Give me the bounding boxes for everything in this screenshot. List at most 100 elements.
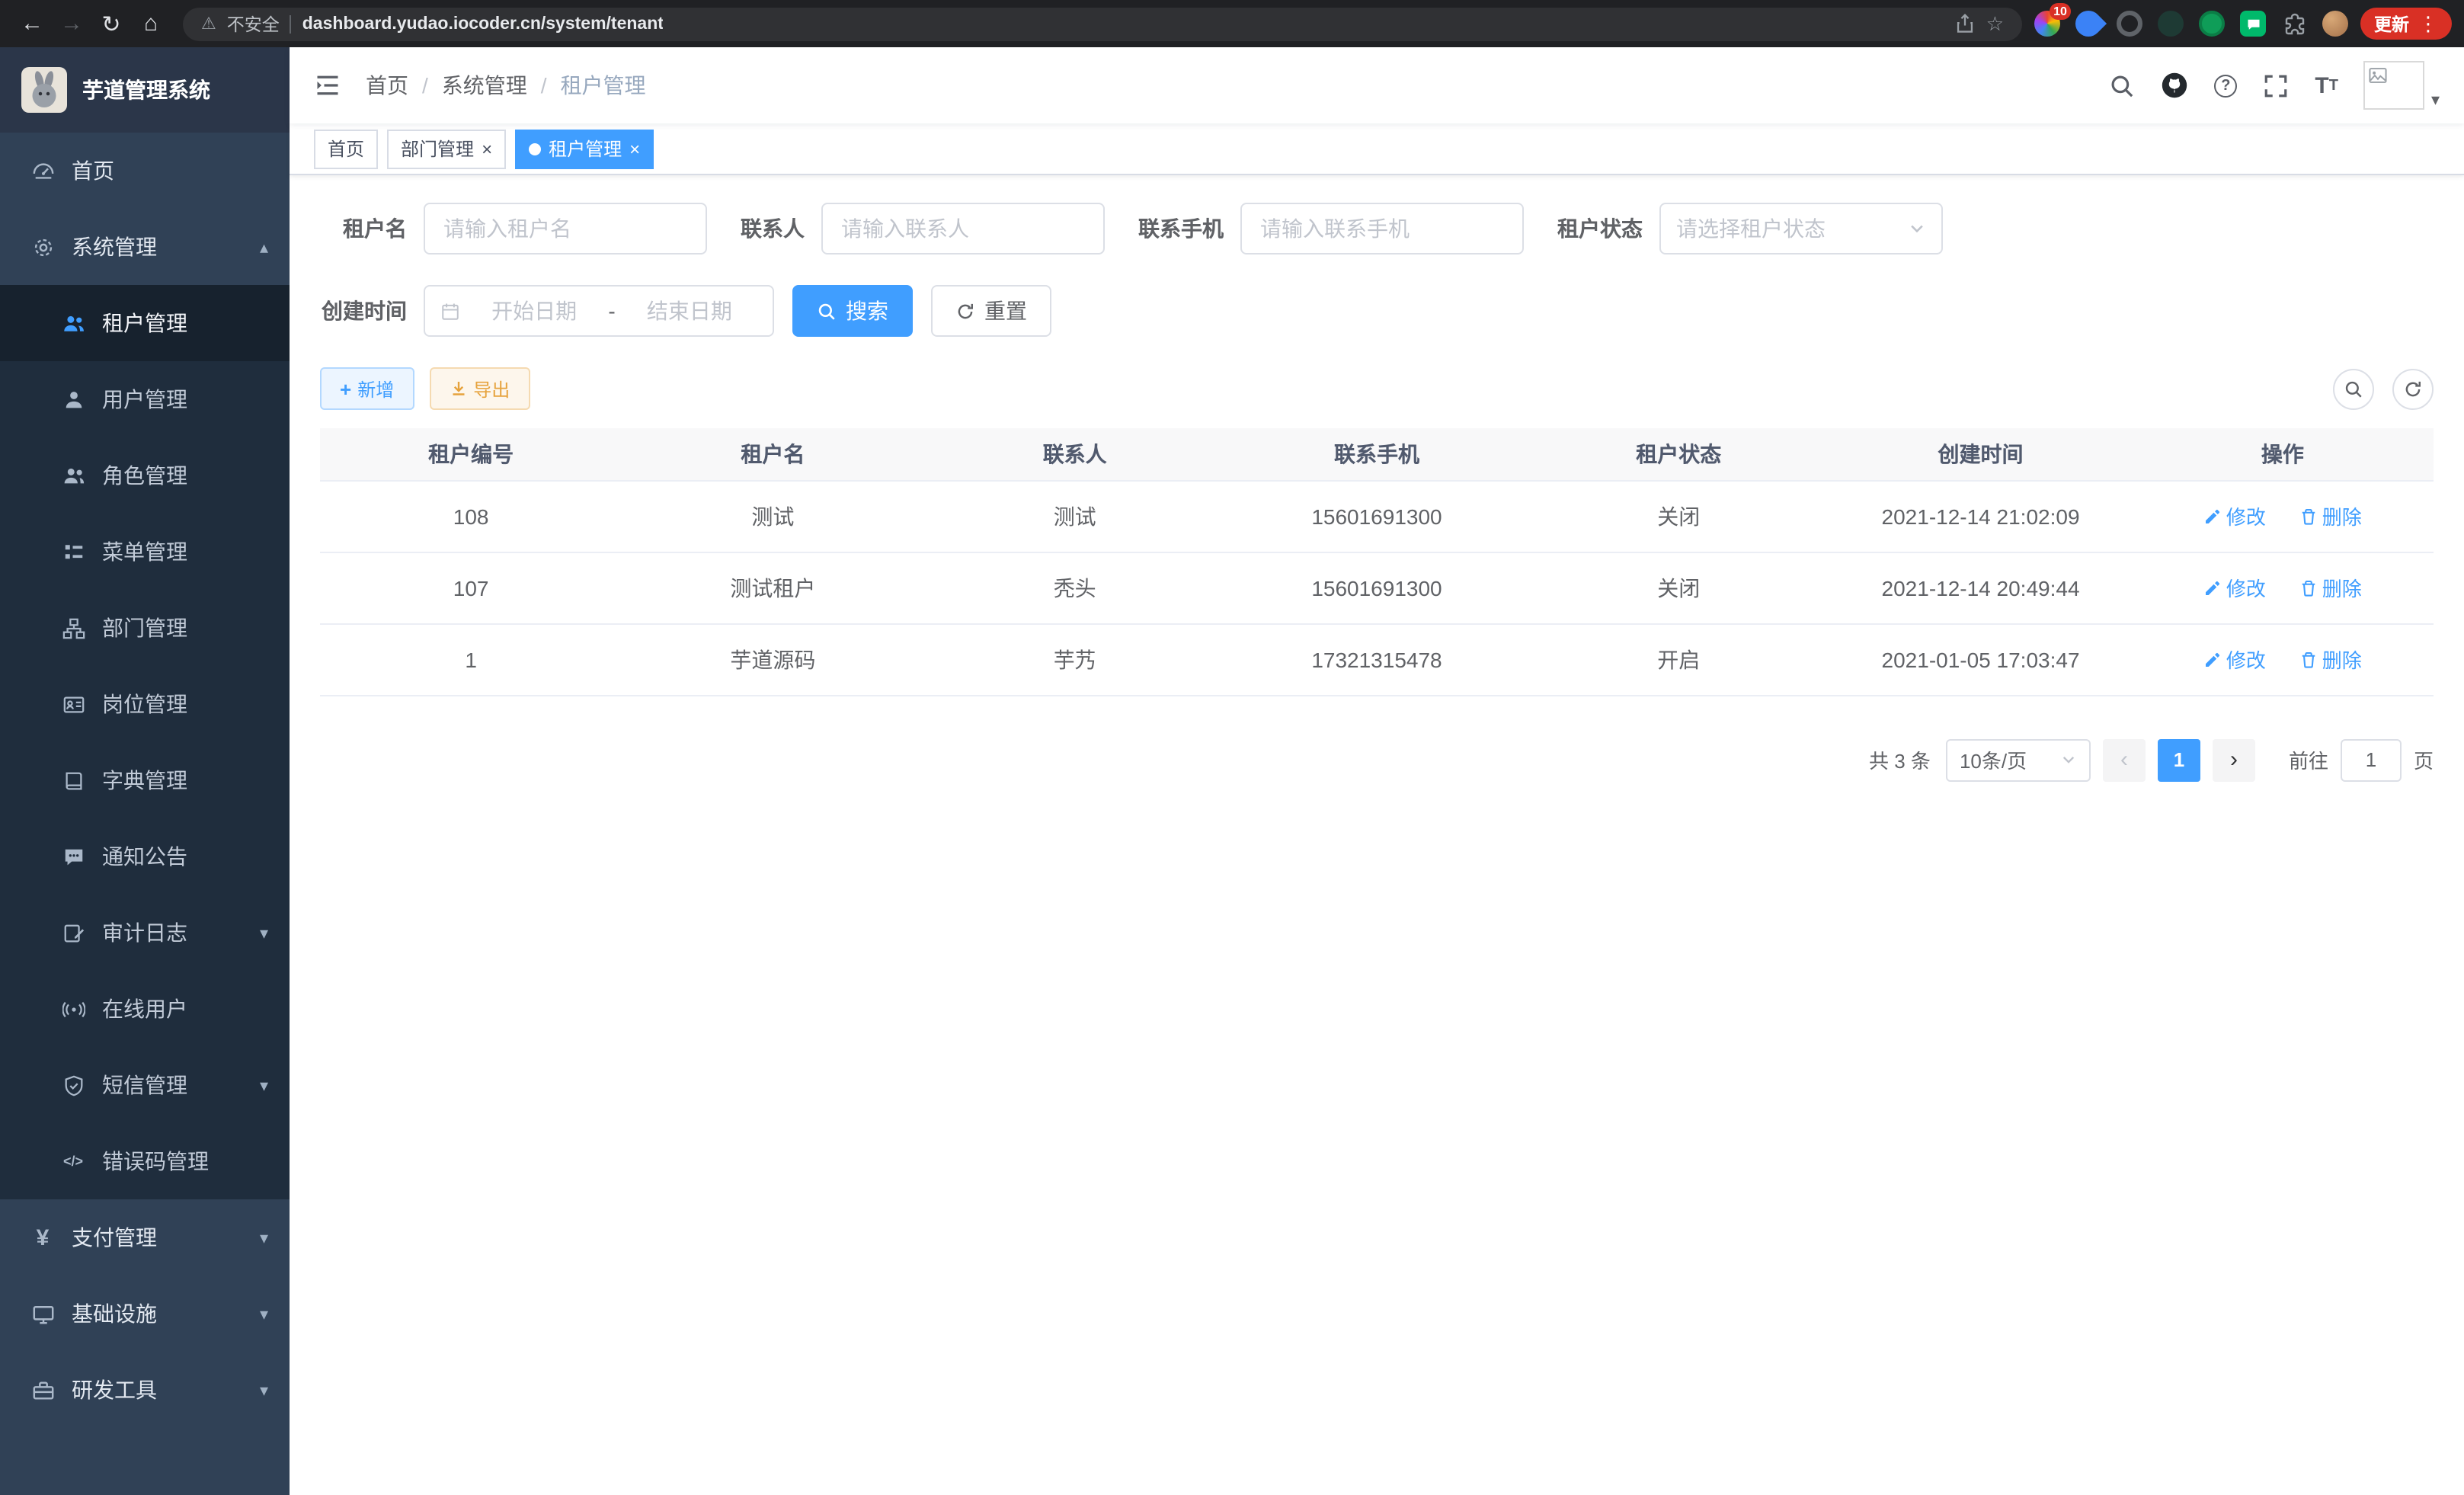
delete-button[interactable]: 删除 (2299, 573, 2362, 602)
sidebar-item-online-users[interactable]: 在线用户 (0, 971, 290, 1047)
refresh-table-button[interactable] (2392, 368, 2434, 409)
search-button[interactable]: 搜索 (792, 285, 913, 337)
breadcrumb-item-system[interactable]: 系统管理 (442, 70, 527, 101)
sidebar-item-menu-mgmt[interactable]: 菜单管理 (0, 514, 290, 590)
sidebar-item-infrastructure[interactable]: 基础设施 ▾ (0, 1276, 290, 1352)
palette-extension-icon[interactable]: 10 (2034, 11, 2060, 37)
screen: ← → ↻ ⌂ ⚠ 不安全 dashboard.yudao.iocoder.cn… (0, 0, 2464, 1495)
toggle-search-button[interactable] (2333, 368, 2374, 409)
not-secure-warning-icon: ⚠ (201, 14, 216, 34)
next-page-button[interactable]: › (2213, 738, 2255, 781)
close-icon[interactable]: × (629, 139, 640, 158)
message-bubble-icon (61, 844, 85, 869)
create-time-range-picker[interactable]: 开始日期 - 结束日期 (424, 285, 774, 337)
tenant-name-input[interactable] (424, 203, 707, 255)
trash-icon (2299, 507, 2318, 525)
edit-document-icon (61, 920, 85, 945)
tenant-status-select[interactable]: 请选择租户状态 (1659, 203, 1943, 255)
app-logo-bar[interactable]: 芋道管理系统 (0, 47, 290, 133)
navbar: 首页 / 系统管理 / 租户管理 ? (290, 47, 2464, 123)
phone-label: 联系手机 (1138, 213, 1224, 244)
sidebar-item-dev-tools[interactable]: 研发工具 ▾ (0, 1352, 290, 1428)
browser-forward-icon[interactable]: → (52, 4, 91, 43)
edit-button[interactable]: 修改 (2203, 645, 2266, 674)
delete-button[interactable]: 删除 (2299, 645, 2362, 674)
address-bar[interactable]: ⚠ 不安全 dashboard.yudao.iocoder.cn/system/… (183, 7, 2022, 40)
prev-page-button[interactable]: ‹ (2103, 738, 2146, 781)
sidebar-toggle-hamburger-icon[interactable] (314, 72, 341, 99)
delete-button[interactable]: 删除 (2299, 501, 2362, 530)
reset-button[interactable]: 重置 (931, 285, 1051, 337)
sidebar-item-audit-log[interactable]: 审计日志 ▾ (0, 895, 290, 971)
url-text: dashboard.yudao.iocoder.cn/system/tenant (302, 14, 664, 33)
tab-home[interactable]: 首页 (314, 129, 378, 168)
chat-extension-icon[interactable] (2240, 11, 2266, 37)
bookmark-star-icon[interactable]: ☆ (1986, 11, 2004, 36)
chevron-down-icon: ▾ (260, 1075, 268, 1095)
tab-label: 首页 (328, 136, 364, 162)
close-icon[interactable]: × (482, 139, 492, 158)
header-search-icon[interactable] (2109, 72, 2135, 98)
pencil-icon (2203, 650, 2222, 668)
sidebar-item-dept-mgmt[interactable]: 部门管理 (0, 590, 290, 666)
sidebar-item-label: 首页 (72, 155, 114, 186)
sidebar-item-sms-mgmt[interactable]: 短信管理 ▾ (0, 1047, 290, 1123)
pagination-total: 共 3 条 (1869, 745, 1931, 774)
chevron-up-icon: ▴ (260, 237, 268, 257)
sidebar-item-post-mgmt[interactable]: 岗位管理 (0, 666, 290, 742)
sidebar-item-user-mgmt[interactable]: 用户管理 (0, 361, 290, 437)
app-frame: 芋道管理系统 首页 系统管理 ▴ 租户管理 (0, 47, 2464, 1495)
extensions-row: 10 (2034, 11, 2348, 37)
extensions-puzzle-icon[interactable] (2281, 11, 2307, 37)
sidebar-item-notice[interactable]: 通知公告 (0, 818, 290, 895)
fullscreen-icon[interactable] (2263, 72, 2289, 98)
share-icon[interactable] (1956, 14, 1976, 34)
browser-back-icon[interactable]: ← (12, 4, 52, 43)
user-avatar-menu[interactable]: ▾ (2364, 61, 2440, 110)
calendar-icon (440, 301, 460, 321)
add-button[interactable]: + 新增 (320, 367, 414, 410)
update-button[interactable]: 更新 ⋮ (2360, 8, 2452, 40)
dark-extension-icon[interactable] (2158, 11, 2184, 37)
goto-page-input[interactable] (2341, 738, 2402, 781)
sidebar-item-role-mgmt[interactable]: 角色管理 (0, 437, 290, 514)
contact-input[interactable] (821, 203, 1105, 255)
font-size-icon[interactable]: TT (2315, 72, 2338, 98)
edit-button[interactable]: 修改 (2203, 501, 2266, 530)
tab-tenant-mgmt[interactable]: 租户管理 × (515, 129, 654, 168)
export-button[interactable]: 导出 (429, 367, 530, 410)
tab-dept-mgmt[interactable]: 部门管理 × (387, 129, 506, 168)
main-panel: 首页 / 系统管理 / 租户管理 ? (290, 47, 2464, 1495)
sidebar-item-payment[interactable]: ¥ 支付管理 ▾ (0, 1199, 290, 1276)
ring-extension-icon[interactable] (2117, 11, 2142, 37)
filter-form-row-1: 租户名 联系人 联系手机 租户状态 请选择租户状态 (320, 203, 2434, 255)
sidebar-item-system[interactable]: 系统管理 ▴ (0, 209, 290, 285)
sidebar-item-label: 短信管理 (102, 1070, 187, 1100)
browser-toolbar: ← → ↻ ⌂ ⚠ 不安全 dashboard.yudao.iocoder.cn… (0, 0, 2464, 47)
table-row: 108 测试 测试 15601691300 关闭 2021-12-14 21:0… (320, 480, 2434, 552)
page-1-button[interactable]: 1 (2158, 738, 2200, 781)
sidebar-item-tenant-mgmt[interactable]: 租户管理 (0, 285, 290, 361)
edit-button[interactable]: 修改 (2203, 573, 2266, 602)
breadcrumb-separator: / (541, 73, 547, 98)
github-icon[interactable] (2161, 72, 2188, 99)
code-icon: </> (61, 1149, 85, 1173)
browser-profile-avatar[interactable] (2322, 11, 2348, 37)
security-label: 不安全 (227, 11, 280, 36)
phone-input[interactable] (1240, 203, 1524, 255)
help-icon[interactable]: ? (2214, 74, 2237, 97)
breadcrumb-item-home[interactable]: 首页 (366, 70, 408, 101)
sidebar-item-dict-mgmt[interactable]: 字典管理 (0, 742, 290, 818)
pencil-icon (2203, 578, 2222, 597)
browser-home-icon[interactable]: ⌂ (131, 4, 171, 43)
sidebar-item-home[interactable]: 首页 (0, 133, 290, 209)
browser-menu-kebab-icon[interactable]: ⋮ (2418, 11, 2438, 36)
browser-reload-icon[interactable]: ↻ (91, 4, 131, 43)
navbar-right: ? TT ▾ (2109, 61, 2440, 110)
page-size-select[interactable]: 10条/页 (1946, 738, 2091, 781)
tab-label: 部门管理 (401, 136, 474, 162)
green-extension-icon[interactable] (2199, 11, 2225, 37)
drop-extension-icon[interactable] (2070, 5, 2107, 42)
download-icon (449, 379, 467, 398)
sidebar-item-error-code[interactable]: </> 错误码管理 (0, 1123, 290, 1199)
